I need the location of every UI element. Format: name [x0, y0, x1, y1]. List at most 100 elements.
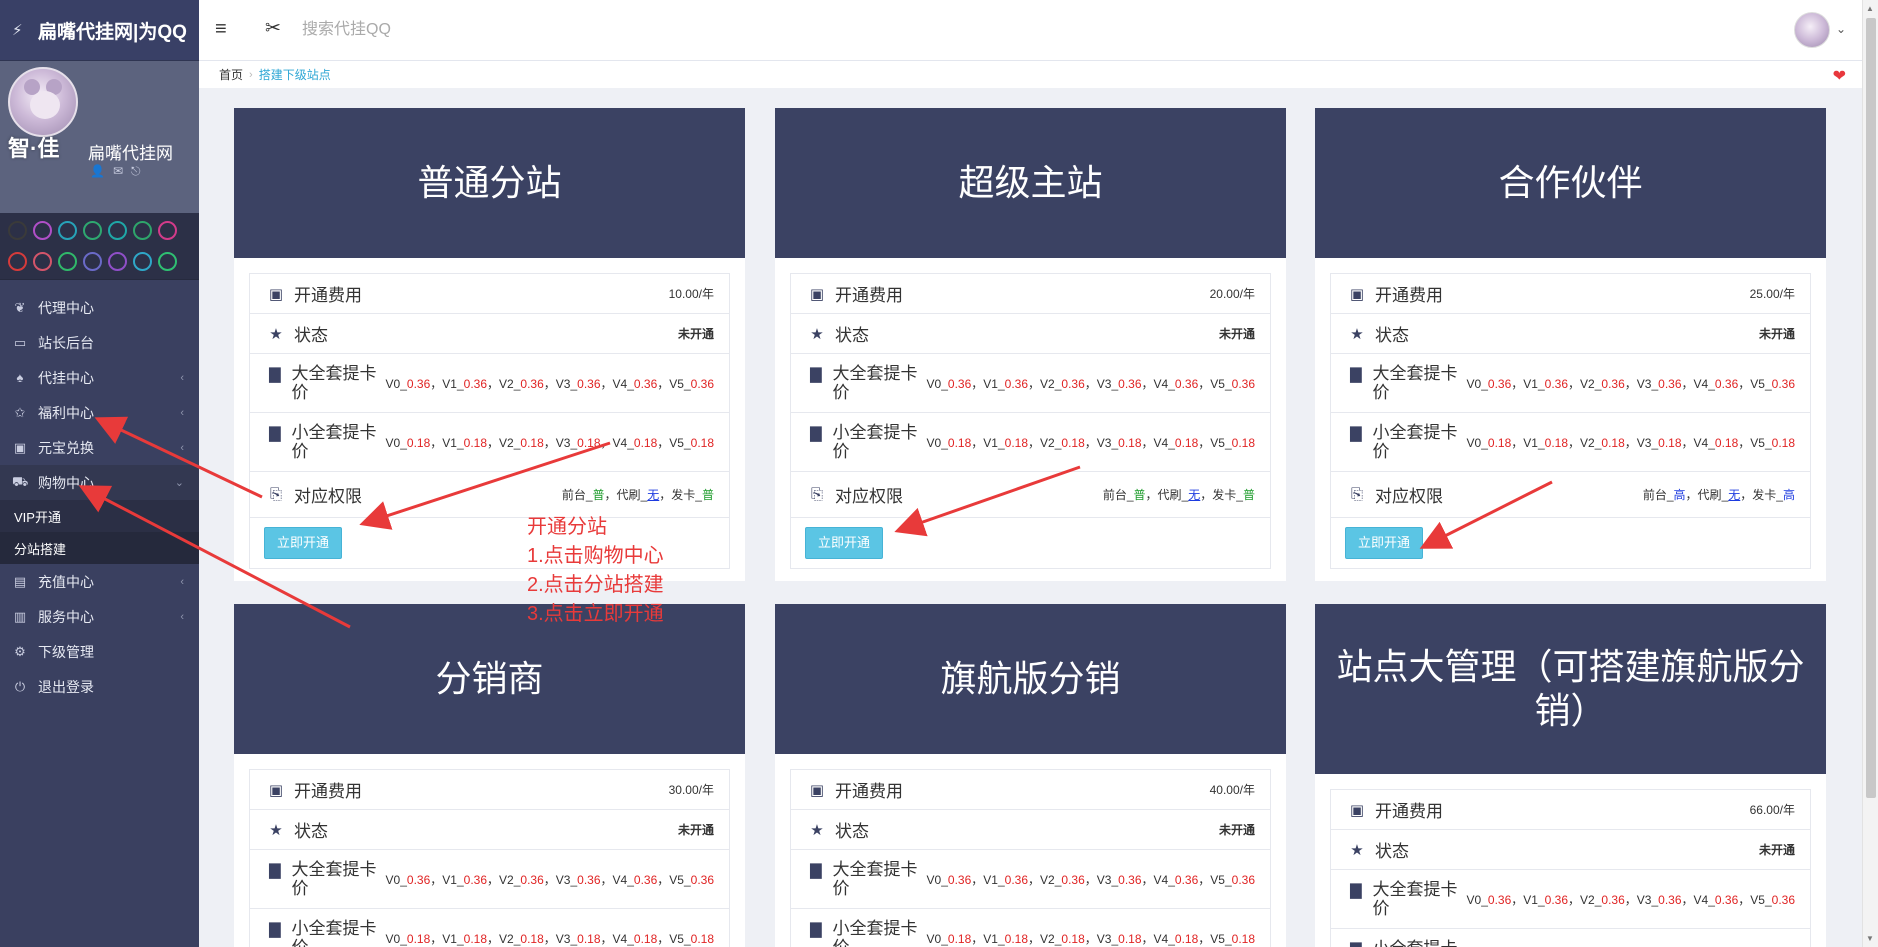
sidebar-subitem[interactable]: VIP开通 — [0, 500, 199, 532]
price-level: V5 — [1210, 435, 1225, 450]
open-plan-button[interactable]: 立即开通 — [1345, 527, 1424, 559]
user-icon[interactable]: 👤 — [90, 164, 105, 179]
plan-card-title: 普通分站 — [234, 108, 745, 258]
theme-color-swatch[interactable] — [108, 221, 127, 240]
price-level: V2 — [1040, 872, 1055, 887]
theme-color-swatch[interactable] — [108, 252, 127, 271]
price-value: 0.18 — [690, 931, 714, 946]
big-price-list: V0_0.36，V1_0.36，V2_0.36，V3_0.36，V4_0.36，… — [1466, 376, 1795, 391]
breadcrumb-current[interactable]: 搭建下级站点 — [259, 66, 331, 83]
small-price-list: V0_0.18，V1_0.18，V2_0.18，V3_0.18，V4_0.18，… — [926, 435, 1255, 450]
price-value: 0.18 — [1174, 931, 1199, 946]
price-value: 0.18 — [947, 931, 972, 946]
big-price-row: ▇ 大全套提卡价 V0_0.36，V1_0.36，V2_0.36，V3_0.36，V… — [250, 354, 729, 413]
sidebar-item[interactable]: ✩ 福利中心 ‹ — [0, 395, 199, 430]
scrollbar[interactable]: ▲ ▼ — [1862, 0, 1878, 947]
breadcrumb-home[interactable]: 首页 — [219, 66, 243, 83]
row-label: ⎘ 对应权限 — [807, 482, 903, 507]
theme-color-swatch[interactable] — [158, 252, 177, 271]
star-icon: ★ — [1350, 841, 1364, 859]
sidebar-brand[interactable]: ⚡ 扁嘴代挂网|为QQ — [0, 0, 199, 61]
price-value: 0.36 — [1658, 376, 1682, 391]
search-input[interactable] — [302, 17, 602, 43]
plan-card-title: 站点大管理（可搭建旗航版分销） — [1315, 604, 1826, 774]
theme-color-swatch[interactable] — [158, 221, 177, 240]
sidebar-item-label: 站长后台 — [38, 334, 94, 351]
tools-icon[interactable]: ✂ — [265, 17, 281, 40]
sidebar-item[interactable]: ⏻ 退出登录 — [0, 669, 199, 704]
big-price-list: V0_0.36，V1_0.36，V2_0.36，V3_0.36，V4_0.36，… — [385, 376, 714, 391]
perm-proxy-level: 无 — [1188, 488, 1201, 502]
sidebar-nav: ❦ 代理中心 ▭ 站长后台 ♠ 代挂中心 ‹ ✩ 福利中心 ‹ ▣ 元宝兑换 ‹ ⛟ 购物中心 ⌄ VIP开通分… — [0, 290, 199, 704]
logout-icon[interactable]: ⎋ — [131, 164, 141, 179]
theme-color-swatch[interactable] — [133, 252, 152, 271]
perm-word: 代刷 — [1697, 488, 1722, 502]
price-level: V0 — [385, 931, 401, 946]
price-value: 0.36 — [1004, 376, 1028, 391]
sidebar-item[interactable]: ▥ 服务中心 ‹ — [0, 599, 199, 634]
theme-color-swatch[interactable] — [83, 252, 102, 271]
status-value: 未开通 — [1218, 327, 1255, 341]
sidebar-item-label: 服务中心 — [38, 608, 94, 625]
money-icon: ▣ — [1349, 801, 1365, 819]
chevron-down-icon[interactable]: ⌄ — [1836, 22, 1846, 36]
theme-color-swatch[interactable] — [58, 252, 77, 271]
heart-icon[interactable]: ❤ — [1833, 66, 1846, 86]
power-icon: ⏻ — [14, 678, 26, 694]
app-window: ⚡ 扁嘴代挂网|为QQ 智·佳 扁嘴代挂网 👤 ✉ ⎋ ❦ 代理中心 ▭ 站长后台 ♠ 代… — [0, 0, 1878, 947]
plan-detail-list: ▣ 开通费用 25.00/年 ★ 状态 未开通 ▇ 大全套提卡价 V0_0.36，V1_0.36… — [1330, 273, 1811, 569]
document-icon: ▇ — [810, 425, 822, 442]
price-value: 0.18 — [690, 435, 714, 450]
sidebar-item[interactable]: ⚙ 下级管理 — [0, 634, 199, 669]
sidebar-item[interactable]: ▣ 元宝兑换 ‹ — [0, 430, 199, 465]
price-level: V2 — [499, 931, 514, 946]
sidebar-item[interactable]: ▤ 充值中心 ‹ — [0, 564, 199, 599]
price-value: 0.36 — [1771, 376, 1795, 391]
theme-color-swatch[interactable] — [58, 221, 77, 240]
price-value: 0.36 — [406, 872, 431, 887]
theme-color-swatch[interactable] — [33, 252, 52, 271]
price-level: V1 — [983, 872, 998, 887]
price-value: 0.36 — [1118, 872, 1142, 887]
price-value: 0.36 — [1601, 376, 1625, 391]
price-value: 0.36 — [690, 872, 714, 887]
price-value: 0.36 — [520, 872, 544, 887]
theme-color-swatch[interactable] — [133, 221, 152, 240]
price-level: V0 — [385, 872, 401, 887]
small-price-list: V0_0.18，V1_0.18，V2_0.18，V3_0.18，V4_0.18，… — [926, 931, 1255, 946]
plan-card: 合作伙伴 ▣ 开通费用 25.00/年 ★ 状态 未开通 ▇ 大全套提卡价 V0_0.36，V1_… — [1315, 108, 1826, 581]
plan-card-body: ▣ 开通费用 66.00/年 ★ 状态 未开通 ▇ 大全套提卡价 V0_0.36，V1_0.36… — [1315, 774, 1826, 947]
theme-color-swatch[interactable] — [83, 221, 102, 240]
menu-icon[interactable]: ≡ — [215, 18, 227, 41]
scroll-down-icon[interactable]: ▼ — [1866, 934, 1874, 943]
open-plan-button[interactable]: 立即开通 — [805, 527, 884, 559]
price-level: V0 — [926, 872, 942, 887]
price-value: 0.18 — [1061, 435, 1085, 450]
open-plan-button[interactable]: 立即开通 — [264, 527, 343, 559]
sidebar-item[interactable]: ⛟ 购物中心 ⌄ — [0, 465, 199, 500]
status-value: 未开通 — [677, 327, 714, 341]
theme-color-swatch[interactable] — [33, 221, 52, 240]
plan-card-title: 超级主站 — [775, 108, 1286, 258]
row-label: ▇ 大全套提卡价 — [807, 364, 922, 402]
sidebar-item[interactable]: ▭ 站长后台 — [0, 325, 199, 360]
price-value: 0.36 — [1601, 892, 1625, 907]
mail-icon[interactable]: ✉ — [113, 164, 123, 179]
sidebar-subitem[interactable]: 分站搭建 — [0, 532, 199, 564]
fee-value: 30.00/年 — [668, 783, 714, 797]
scroll-thumb[interactable] — [1866, 18, 1876, 798]
theme-color-swatch[interactable] — [8, 252, 27, 271]
theme-color-swatch[interactable] — [8, 221, 27, 240]
sidebar-item[interactable]: ❦ 代理中心 — [0, 290, 199, 325]
chevron-down-icon: ⌄ — [174, 477, 184, 489]
row-label: ▇ 大全套提卡价 — [1347, 880, 1462, 918]
avatar[interactable] — [8, 67, 78, 137]
scroll-up-icon[interactable]: ▲ — [1866, 4, 1874, 13]
sidebar-item[interactable]: ♠ 代挂中心 ‹ — [0, 360, 199, 395]
money-icon: ▣ — [13, 439, 27, 455]
price-level: V4 — [1693, 892, 1709, 907]
breadcrumb: 首页 › 搭建下级站点 ❤ — [199, 61, 1862, 88]
user-avatar[interactable] — [1794, 12, 1830, 48]
bolt-icon: ⚡ — [12, 22, 23, 39]
big-price-list: V0_0.36，V1_0.36，V2_0.36，V3_0.36，V4_0.36，… — [926, 872, 1255, 887]
